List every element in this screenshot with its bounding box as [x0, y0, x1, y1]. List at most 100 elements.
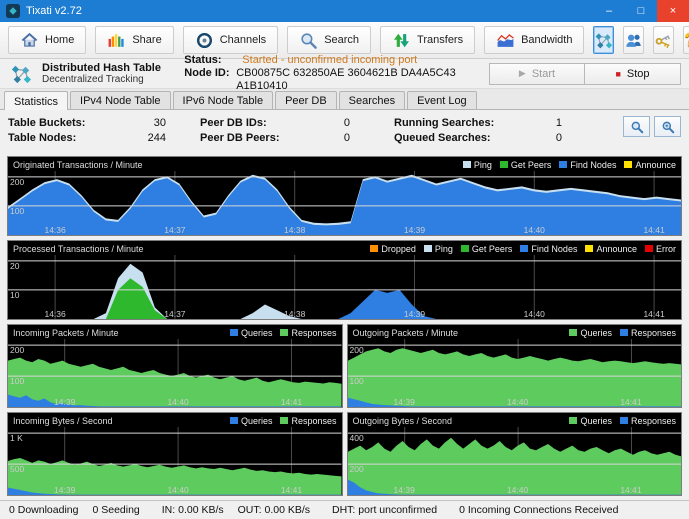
chart-title: Incoming Bytes / Second [13, 416, 113, 426]
magnifier-icon [630, 120, 644, 134]
legend-label: Queries [241, 328, 273, 338]
x-axis-tick: 14:40 [507, 397, 528, 407]
home-button[interactable]: Home [8, 26, 86, 54]
close-button[interactable]: × [657, 0, 689, 22]
y-axis-tick: 10 [10, 291, 19, 300]
chart-title: Processed Transactions / Minute [13, 244, 144, 254]
stop-label: Stop [627, 68, 650, 80]
x-axis-tick: 14:36 [44, 309, 65, 319]
legend-swatch [230, 329, 238, 336]
legend-swatch [424, 245, 432, 252]
chart-canvas [8, 255, 681, 319]
legend-swatch [370, 245, 378, 252]
chart-title: Originated Transactions / Minute [13, 160, 143, 170]
chart-legend: Ping Get Peers Find Nodes Announce [463, 160, 676, 170]
x-axis-tick: 14:37 [164, 225, 185, 235]
status-in-rate: IN: 0.00 KB/s [162, 504, 224, 516]
tab-ipv4-node-table[interactable]: IPv4 Node Table [70, 91, 171, 109]
status-downloading: 0 Downloading [9, 504, 78, 516]
table-nodes-label: Table Nodes: [8, 131, 108, 146]
dht-icon [594, 31, 613, 50]
x-axis-tick: 14:39 [54, 485, 75, 495]
stop-button[interactable]: ■ Stop [585, 63, 681, 85]
dht-search-button[interactable] [623, 116, 650, 137]
transfers-button[interactable]: Transfers [380, 26, 475, 54]
y-axis-tick: 200 [10, 346, 24, 355]
legend-swatch [461, 245, 469, 252]
x-axis-tick: 14:38 [284, 309, 305, 319]
peer-db-ids-value: 0 [292, 116, 350, 131]
legend-item: Find Nodes [520, 244, 577, 254]
dht-button[interactable] [593, 26, 614, 54]
peer-db-peers-label: Peer DB Peers: [200, 131, 292, 146]
queued-searches-label: Queued Searches: [394, 131, 506, 146]
chart-header: Incoming Bytes / Second QueriesResponses [8, 413, 342, 427]
legend-item: Ping [424, 244, 453, 254]
x-axis-tick: 14:38 [284, 225, 305, 235]
legend-item: Find Nodes [559, 160, 616, 170]
legend-item: Responses [620, 328, 676, 338]
legend-item: Get Peers [500, 160, 552, 170]
chart-header: Originated Transactions / Minute Ping Get… [8, 157, 681, 171]
x-axis-tick: 14:40 [524, 309, 545, 319]
tab-ipv6-node-table[interactable]: IPv6 Node Table [173, 91, 274, 109]
running-searches-value: 1 [506, 116, 562, 131]
help-button[interactable]: ? [683, 26, 689, 54]
table-buckets-value: 30 [108, 116, 166, 131]
chart-title: Outgoing Bytes / Second [353, 416, 453, 426]
legend-label: Announce [635, 160, 676, 170]
status-out-rate: OUT: 0.00 KB/s [238, 504, 310, 516]
chart-outgoing-packets: Outgoing Packets / Minute QueriesRespons… [347, 324, 683, 408]
status-bar: 0 Downloading 0 Seeding IN: 0.00 KB/s OU… [0, 500, 689, 519]
minimize-button[interactable]: – [593, 0, 625, 22]
x-axis-tick: 14:40 [507, 485, 528, 495]
keys-button[interactable] [653, 26, 674, 54]
legend-swatch [230, 417, 238, 424]
chart-legend: QueriesResponses [569, 416, 676, 426]
legend-label: Responses [631, 328, 676, 338]
legend-swatch [520, 245, 528, 252]
table-nodes-value: 244 [108, 131, 166, 146]
chart-title: Incoming Packets / Minute [13, 328, 119, 338]
legend-item: Ping [463, 160, 492, 170]
share-button[interactable]: Share [95, 26, 173, 54]
legend-swatch [559, 161, 567, 168]
channels-button[interactable]: Channels [183, 26, 278, 54]
bandwidth-button[interactable]: Bandwidth [484, 26, 584, 54]
chart-header: Processed Transactions / Minute Dropped P… [8, 241, 681, 255]
chart-canvas [8, 171, 681, 235]
peer-db-peers-value: 0 [292, 131, 350, 146]
x-axis-tick: 14:41 [643, 225, 664, 235]
x-axis-tick: 14:39 [54, 397, 75, 407]
search-icon [299, 31, 318, 50]
tab-statistics[interactable]: Statistics [4, 91, 68, 110]
chart-legend: QueriesResponses [230, 416, 337, 426]
legend-item: Responses [280, 328, 336, 338]
legend-label: Find Nodes [570, 160, 616, 170]
search-button[interactable]: Search [287, 26, 371, 54]
stats-col-table: Table Buckets: 30 Table Nodes: 244 [8, 116, 166, 146]
y-axis-tick: 20 [10, 262, 19, 271]
peers-button[interactable] [623, 26, 644, 54]
dht-controls: ▶ Start ■ Stop [489, 63, 681, 85]
tab-peer-db[interactable]: Peer DB [275, 91, 337, 109]
chart-plot: 14:3614:3714:3814:3914:4014:412010 [8, 255, 681, 319]
channels-icon [195, 31, 214, 50]
stats-actions [623, 116, 681, 137]
legend-swatch [620, 417, 628, 424]
chart-plot: 14:3914:4014:41200100 [348, 339, 682, 407]
maximize-button[interactable]: □ [625, 0, 657, 22]
x-axis-tick: 14:41 [281, 397, 302, 407]
chart-legend: DroppedPingGet PeersFind NodesAnnounceEr… [370, 244, 676, 254]
start-button[interactable]: ▶ Start [489, 63, 585, 85]
stop-icon: ■ [615, 69, 620, 79]
legend-label: Dropped [381, 244, 416, 254]
dht-lookup-button[interactable] [654, 116, 681, 137]
tab-searches[interactable]: Searches [339, 91, 405, 109]
tab-event-log[interactable]: Event Log [407, 91, 477, 109]
y-axis-tick: 500 [10, 465, 24, 474]
status-value: Started - unconfirmed incoming port [242, 54, 417, 67]
x-axis-tick: 14:39 [394, 485, 415, 495]
legend-label: Get Peers [472, 244, 513, 254]
share-icon [107, 31, 126, 50]
